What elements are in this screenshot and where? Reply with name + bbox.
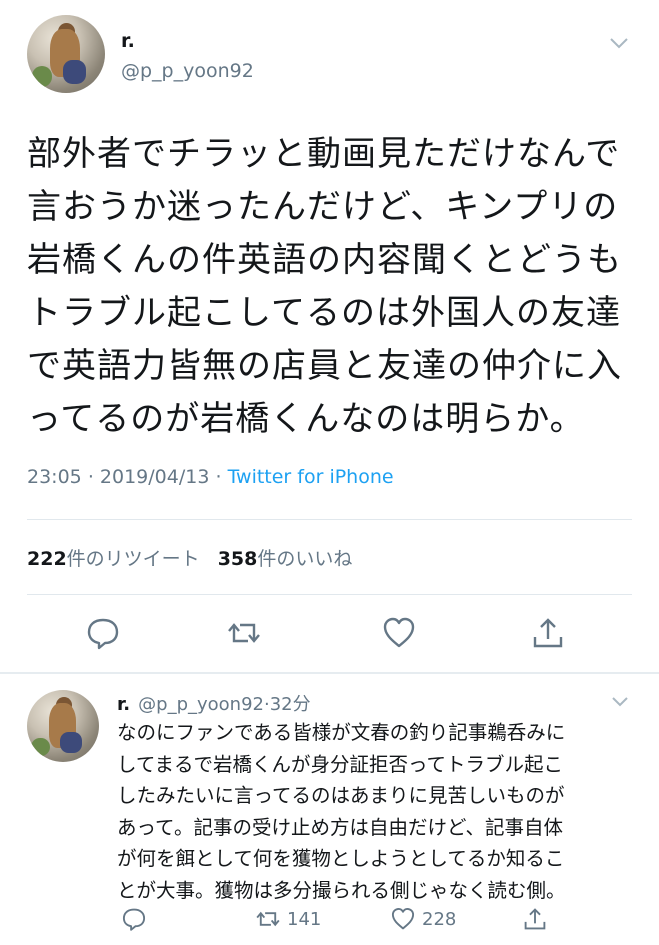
reply-text-line: が何を餌として何を獲物としようとしてるか知るこ xyxy=(117,847,565,870)
tweet-text-line: で英語力皆無の店員と友達の仲介に入 xyxy=(27,346,622,386)
like-icon xyxy=(391,907,415,930)
reply-reply-button[interactable] xyxy=(121,906,153,932)
avatar[interactable] xyxy=(27,690,99,762)
reply-text-line: してまるで岩橋くんが身分証拒否ってトラブル起こ xyxy=(117,752,563,776)
divider xyxy=(27,519,632,520)
tweet-text: 部外者でチラッと動画見ただけなんで 言おうか迷ったんだけど、キンプリの 岩橋くん… xyxy=(27,128,637,446)
like-icon[interactable] xyxy=(381,615,417,651)
reply-user-name[interactable]: r. xyxy=(117,694,130,715)
tweet-text-line: 部外者でチラッと動画見ただけなんで xyxy=(27,134,621,174)
share-icon[interactable] xyxy=(530,615,566,651)
reply-text-line: なのにファンである皆様が文春の釣り記事鵜呑みに xyxy=(117,721,566,744)
tweet-text-line: トラブル起こしてるのは外国人の友達 xyxy=(27,293,621,333)
avatar[interactable] xyxy=(27,15,105,93)
retweet-icon[interactable] xyxy=(226,615,262,651)
tweet-date: 2019/04/13 xyxy=(99,466,210,488)
user-handle[interactable]: @p_p_yoon92 xyxy=(121,60,254,82)
reply-text: なのにファンである皆様が文春の釣り記事鵜呑みに してまるで岩橋くんが身分証拒否っ… xyxy=(117,717,637,906)
tweet-text-line: 岩橋くんの件英語の内容聞くとどうも xyxy=(27,240,622,280)
reply-retweet-button[interactable]: 141 xyxy=(255,906,321,932)
tweet-meta: 23:05 · 2019/04/13 · Twitter for iPhone xyxy=(27,466,394,488)
retweet-count[interactable]: 222 xyxy=(27,548,67,570)
share-icon xyxy=(524,908,546,930)
tweet-time: 23:05 xyxy=(27,466,82,488)
reply-text-line: あって。記事の受け止め方は自由だけど、記事自体 xyxy=(117,815,563,839)
tweet-source-link[interactable]: Twitter for iPhone xyxy=(228,466,394,488)
divider xyxy=(0,672,659,674)
reply-user-handle[interactable]: @p_p_yoon92 xyxy=(138,694,264,715)
reply-like-button[interactable]: 228 xyxy=(390,906,456,932)
reply-icon[interactable] xyxy=(85,615,121,651)
like-count[interactable]: 358 xyxy=(218,548,258,570)
retweet-label[interactable]: 件のリツイート xyxy=(67,548,200,570)
reply-header: r. @p_p_yoon92·32分 xyxy=(117,690,311,716)
reply-text-line: とが大事。獲物は多分撮られる側じゃなく読む側。 xyxy=(117,878,566,902)
reply-like-count: 228 xyxy=(422,908,457,930)
retweet-icon xyxy=(256,911,280,927)
reply-text-line: したみたいに言ってるのはあまりに見苦しいものが xyxy=(117,784,565,807)
reply-icon xyxy=(122,908,146,931)
tweet-text-line: ってるのが岩橋くんなのは明らか。 xyxy=(27,399,585,439)
reply-time[interactable]: 32分 xyxy=(270,694,311,715)
reply-share-button[interactable] xyxy=(522,906,554,932)
reply-retweet-count: 141 xyxy=(287,908,322,930)
user-name[interactable]: r. xyxy=(121,30,135,52)
chevron-down-icon[interactable] xyxy=(611,696,629,708)
tweet-text-line: 言おうか迷ったんだけど、キンプリの xyxy=(27,187,619,227)
tweet-stats: 222件のリツイート 358件のいいね xyxy=(27,544,352,571)
like-label[interactable]: 件のいいね xyxy=(257,548,352,570)
divider xyxy=(27,594,632,595)
chevron-down-icon[interactable] xyxy=(609,36,629,50)
